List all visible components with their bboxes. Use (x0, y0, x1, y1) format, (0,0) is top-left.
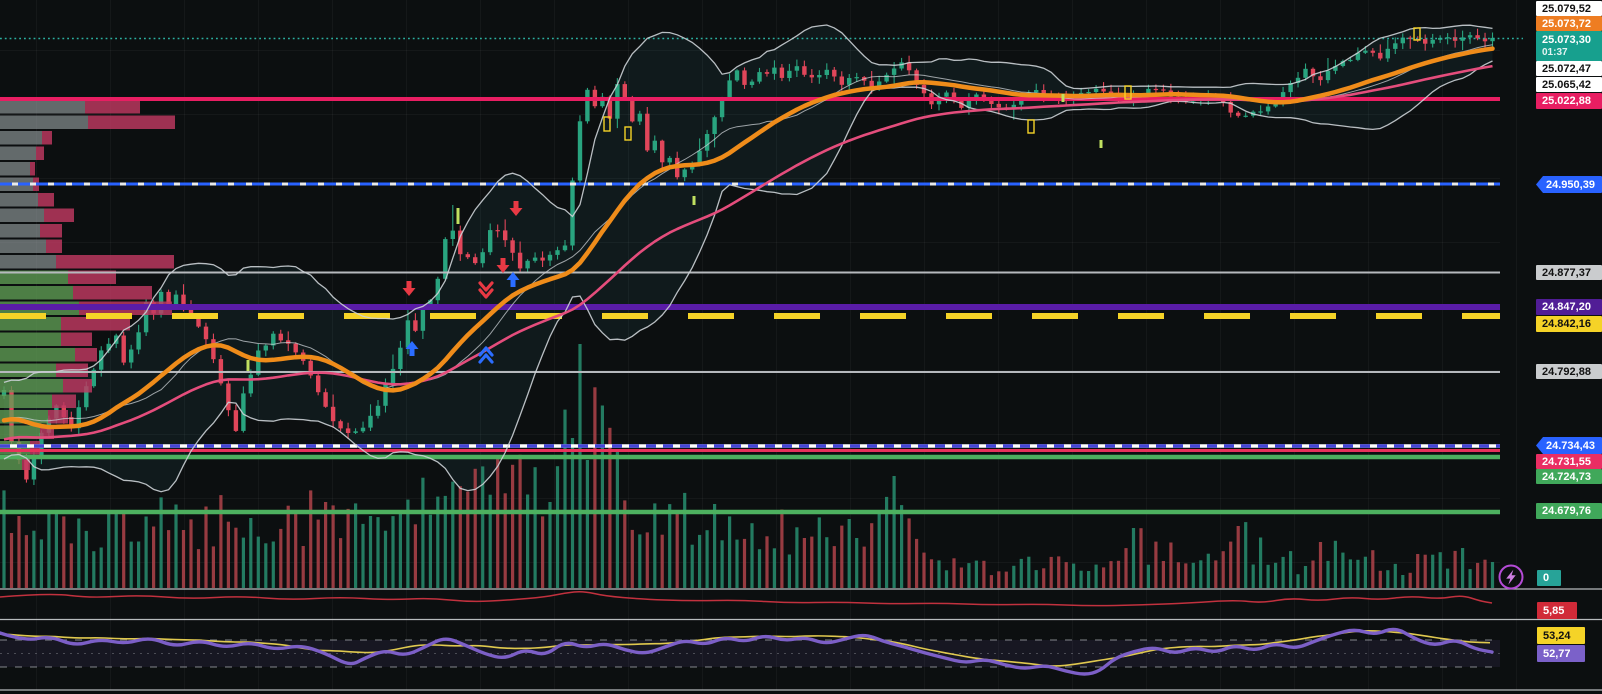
price-label-text: 25.073,30 (1542, 34, 1591, 47)
price-label-text: 24.731,55 (1542, 456, 1591, 468)
price-label-text: 25.065,42 (1542, 79, 1591, 91)
chart-canvas[interactable] (0, 0, 1602, 694)
volume-profile-row (0, 147, 36, 161)
price-label-text: 0 (1543, 572, 1549, 584)
yellow-line-price-label[interactable]: 24.842,16 (1536, 316, 1602, 332)
rsi-ma-value-label: 53,24 (1537, 627, 1585, 644)
level-line-price-label-1[interactable]: 24.877,37 (1536, 265, 1602, 280)
ohlc-price-label-1: 25.072,47 (1536, 61, 1602, 76)
volume-profile-row (0, 240, 46, 254)
last-price-countdown-label: 25.073,3001:37 (1536, 31, 1602, 61)
trading-chart-window: 25.079,5225.073,7225.073,3001:3725.072,4… (0, 0, 1602, 694)
price-label-text: 25.079,52 (1542, 3, 1591, 15)
level-line-price-label-2[interactable]: 24.792,88 (1536, 364, 1602, 379)
price-label-text: 24.847,20 (1542, 301, 1591, 313)
price-label-text: 25.072,47 (1542, 63, 1591, 75)
volume-zero-label: 0 (1537, 570, 1561, 586)
price-label-text: 53,24 (1543, 630, 1571, 642)
volume-profile-row (0, 116, 88, 130)
volume-profile-row (0, 131, 42, 145)
price-label-text: 24.792,88 (1542, 366, 1591, 378)
lightning-icon (1497, 563, 1525, 591)
price-label-text: 24.679,76 (1542, 505, 1591, 517)
volume-profile-row (0, 286, 73, 300)
volume-profile-row (0, 100, 85, 114)
price-label-text: 24.842,16 (1542, 318, 1591, 330)
countdown-timer: 01:37 (1542, 47, 1568, 59)
support-line-price-label[interactable]: 24.679,76 (1536, 503, 1602, 519)
volume-profile-row (0, 348, 75, 362)
price-label-text: 5,85 (1543, 605, 1564, 617)
orange-ma-price-label: 25.073,72 (1536, 16, 1602, 31)
volume-profile-row (0, 209, 44, 223)
price-label-text: 25.022,88 (1542, 95, 1591, 107)
price-label-text: 24.724,73 (1542, 471, 1591, 483)
price-label-text: 24.950,39 (1546, 179, 1595, 191)
volume-profile-row (0, 395, 52, 409)
lime-candle-mark (247, 360, 250, 371)
price-label-text: 24.734,43 (1546, 440, 1595, 452)
quick-trade-button[interactable] (1497, 563, 1525, 591)
lime-candle-mark (1100, 140, 1103, 148)
atr-value-label: 5,85 (1537, 602, 1577, 619)
lime-candle-mark (457, 208, 460, 224)
resistance-line-price-label[interactable]: 25.022,88 (1536, 93, 1602, 109)
volume-profile-row (0, 193, 38, 207)
price-label-text: 24.877,37 (1542, 267, 1591, 279)
volume-profile-row (0, 364, 56, 378)
ohlc-price-label-2: 25.065,42 (1536, 77, 1602, 92)
stop-line-price-label[interactable]: 24.731,55 (1536, 454, 1602, 469)
volume-profile-row (0, 255, 56, 269)
rsi-value-label: 52,77 (1537, 645, 1585, 662)
volume-profile-row (0, 333, 61, 347)
lime-candle-mark (1062, 94, 1065, 102)
volume-profile-row (0, 162, 30, 176)
time-axis[interactable] (0, 688, 1602, 694)
price-label-text: 25.073,72 (1542, 18, 1591, 30)
volume-profile-row (0, 317, 61, 331)
alert-line-price-label-lower[interactable]: 24.734,43 (1536, 437, 1602, 454)
purple-line-price-label[interactable]: 24.847,20 (1536, 299, 1602, 315)
alert-line-price-label-upper[interactable]: 24.950,39 (1536, 176, 1602, 193)
lime-candle-mark (693, 196, 696, 205)
price-label-text: 52,77 (1543, 648, 1571, 660)
target-line-price-label[interactable]: 24.724,73 (1536, 469, 1602, 484)
volume-profile-row (0, 224, 40, 238)
high-price-label: 25.079,52 (1536, 1, 1602, 16)
